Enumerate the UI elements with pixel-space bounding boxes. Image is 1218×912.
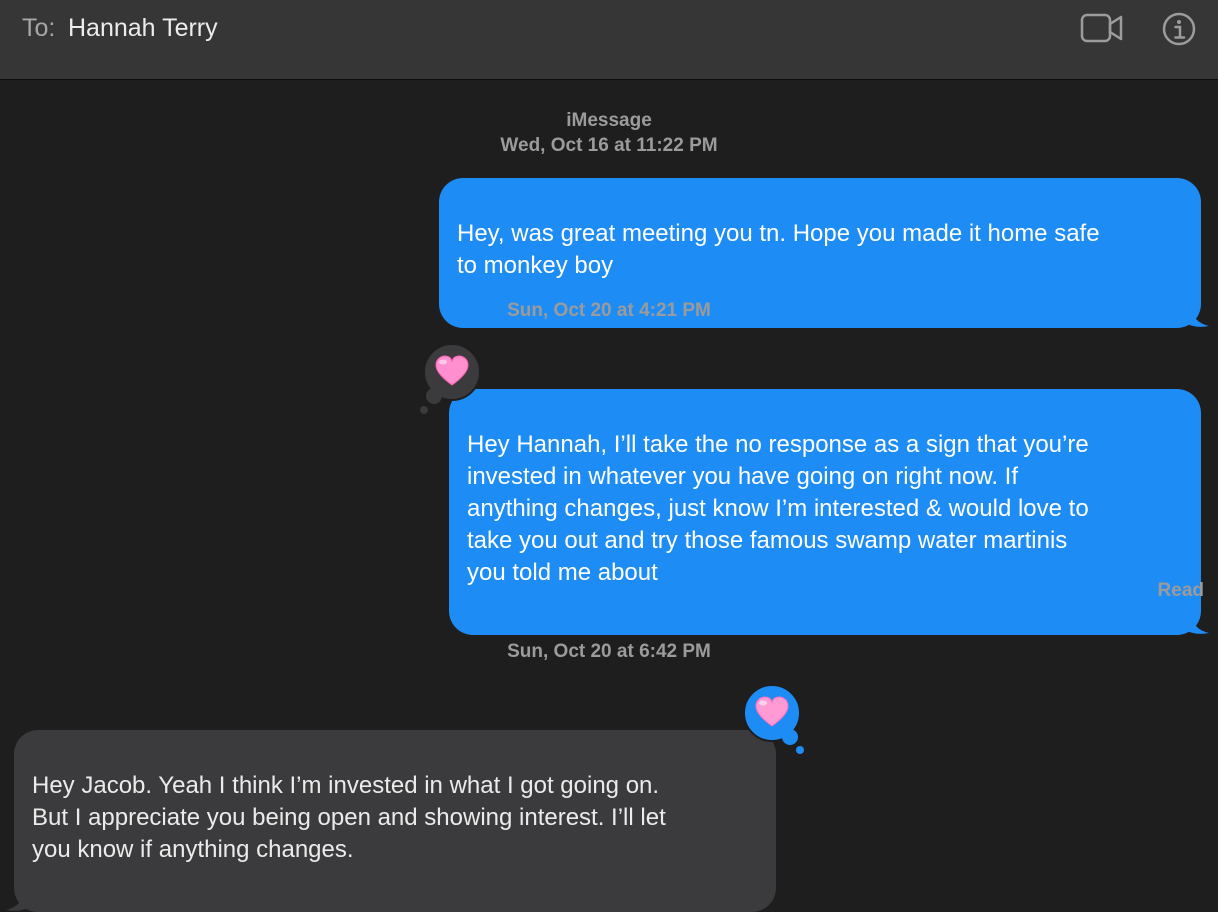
message-text: Hey, was great meeting you tn. Hope you … [457, 220, 1100, 279]
info-circle-icon[interactable] [1161, 12, 1197, 53]
conversation-header: To: Hannah Terry [0, 0, 1218, 80]
recipient-name[interactable]: Hannah Terry [68, 14, 218, 43]
timestamp: Sun, Oct 20 at 6:42 PM [507, 641, 711, 662]
bubble-tail [6, 890, 32, 911]
sent-message-bubble[interactable]: Hey Hannah, I’ll take the no response as… [449, 389, 1209, 635]
message-text: Hey Jacob. Yeah I think I’m invested in … [32, 772, 666, 863]
heart-reaction-badge[interactable] [418, 343, 482, 421]
read-receipt: Read [1157, 580, 1204, 601]
timestamp: Sun, Oct 20 at 4:21 PM [507, 300, 711, 321]
heart-reaction-badge[interactable] [742, 684, 808, 762]
video-camera-icon[interactable] [1080, 12, 1124, 49]
timestamp: Wed, Oct 16 at 11:22 PM [500, 135, 718, 156]
received-message-bubble[interactable]: Hey Jacob. Yeah I think I’m invested in … [6, 730, 776, 912]
bubble-tail [1183, 613, 1209, 634]
service-label: iMessage [566, 110, 652, 131]
message-text: Hey Hannah, I’ll take the no response as… [467, 431, 1089, 586]
to-label: To: [22, 14, 56, 42]
